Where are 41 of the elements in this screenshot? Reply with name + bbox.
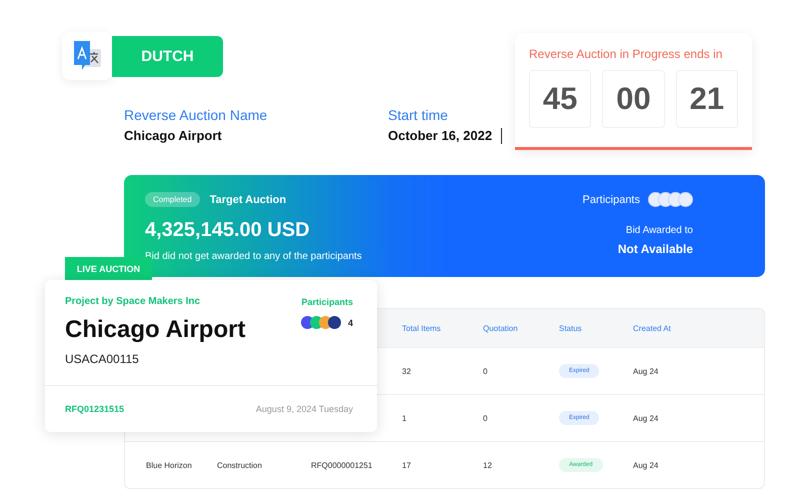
timer-title: Reverse Auction in Progress ends in [529,47,724,61]
table-cell-text: Construction [217,460,263,470]
date-text: August 9, 2024 Tuesday [256,404,353,414]
table-cell-text: 32 [402,366,412,376]
field-label: Start time [388,106,449,124]
card-title: Chicago Airport [65,316,246,344]
column-header[interactable]: Created At [633,324,764,332]
language-button[interactable]: DUTCH [112,36,223,76]
countdown-digit: 45 [529,70,592,128]
table-cell-text: Blue Horizon [146,460,193,470]
table-cell-text: 0 [483,366,488,376]
live-tag: LIVE AUCTION [65,257,152,280]
code-text: USACA00115 [65,352,140,366]
table-cell-text: Aug 24 [633,414,660,422]
avatar-stack-icon [648,192,693,207]
participants-label: Participants [301,297,353,307]
countdown-digit: 00 [602,70,665,128]
table-cell-text: 0 [483,414,488,422]
awarded-value: Not Available [618,242,693,256]
status-badge: Completed [145,192,200,207]
column-header[interactable]: Status [559,324,633,332]
amount-text: 4,325,145.00 USD [145,219,311,242]
project-text: Project by Space Makers Inc [65,296,202,307]
translate-icon[interactable] [62,32,112,80]
table-cell-text: Aug 24 [633,366,660,376]
field-label: Reverse Auction Name [124,106,268,124]
rfq-link[interactable]: RFQ01231515 [65,404,124,414]
countdown-digit: 21 [676,70,738,128]
table-cell-text: 1 [402,414,408,422]
column-header[interactable]: Total Items [402,324,483,332]
table-cell-text: 12 [483,460,493,470]
table-cell-text: Aug 24 [633,460,660,470]
table-cell-text: 17 [402,460,412,470]
table-cell-text: RFQ0000001251 [311,460,374,470]
column-header[interactable]: Quotation [483,324,559,332]
participants-label: Participants [582,194,640,206]
awarded-label: Bid Awarded to [626,225,693,236]
field-value: October 16, 2022 [388,127,492,145]
field-value: Chicago Airport [124,127,222,145]
banner-title: Target Auction [210,194,286,206]
participant-count: 4 [348,318,353,328]
